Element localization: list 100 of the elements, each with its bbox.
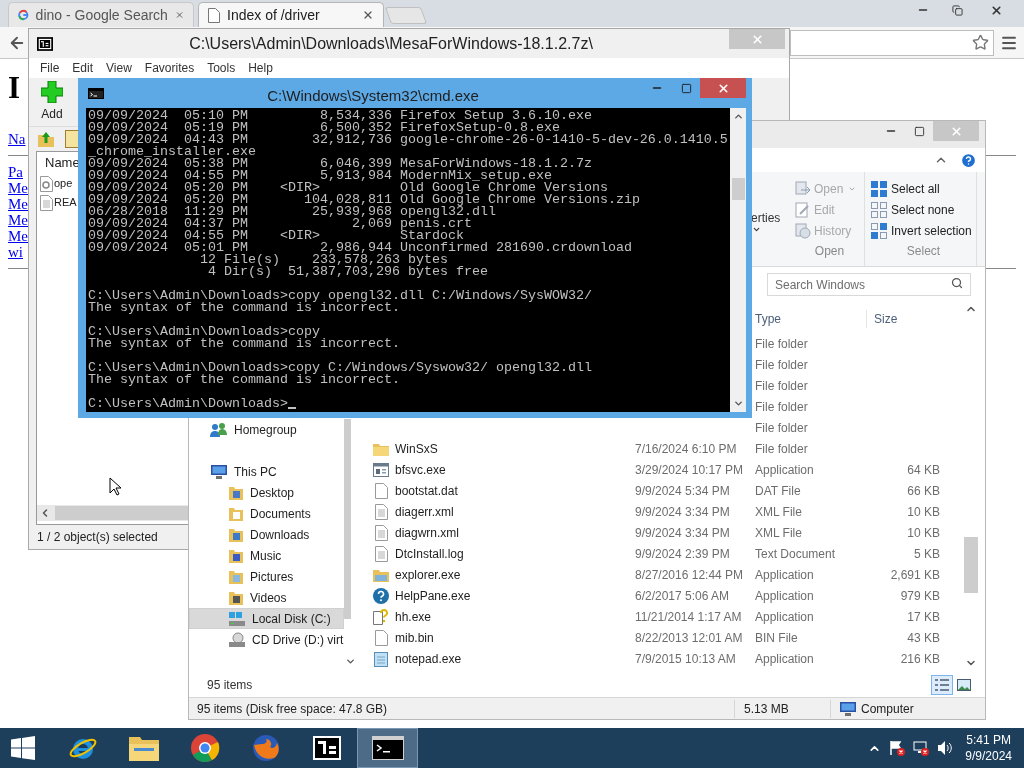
archive-entry[interactable]: ope bbox=[54, 175, 73, 192]
ribbon-command[interactable]: Select all bbox=[871, 178, 976, 200]
file-name[interactable]: explorer.exe bbox=[395, 567, 461, 582]
nav-item[interactable]: Desktop bbox=[189, 482, 345, 503]
file-date: 9/9/2024 3:34 PM bbox=[635, 525, 730, 540]
file-type: File folder bbox=[755, 378, 808, 393]
column-header[interactable]: Size bbox=[867, 310, 957, 328]
ribbon-label[interactable]: erties bbox=[751, 211, 791, 225]
help-icon[interactable] bbox=[960, 151, 977, 169]
file-name[interactable]: diagwrn.xml bbox=[395, 525, 460, 540]
dropdown-caret-icon[interactable] bbox=[752, 225, 761, 234]
column-header[interactable]: Name bbox=[45, 153, 80, 173]
scrollbar-thumb[interactable] bbox=[964, 537, 978, 593]
menu-item[interactable]: Help bbox=[248, 59, 273, 77]
page-link[interactable]: Me. bbox=[8, 180, 32, 196]
console-line: 09/09/2024 04:43 PM 32,912,736 google-chrome-26-0-1410-5-dev-26.0.1410.5 bbox=[88, 134, 728, 146]
nav-item[interactable]: Local Disk (C:) bbox=[189, 608, 345, 629]
console-line: 09/09/2024 05:20 PM 104,028,811 Old Google Chrome Versions.zip bbox=[88, 194, 640, 206]
scrollbar-thumb[interactable] bbox=[344, 419, 351, 619]
application-icon bbox=[373, 462, 389, 477]
file-date: 6/2/2017 5:06 AM bbox=[635, 588, 730, 603]
file-type: File folder bbox=[755, 420, 808, 435]
page-link[interactable]: Me. bbox=[8, 228, 32, 244]
close-tab-icon[interactable] bbox=[362, 9, 374, 21]
archive-app-icon bbox=[312, 736, 341, 760]
file-name[interactable]: notepad.exe bbox=[395, 651, 462, 666]
console-line: 09/09/2024 05:38 PM 6,046,399 MesaForWindows-18.1.2.7z bbox=[88, 158, 592, 170]
help-document-icon bbox=[373, 608, 389, 625]
file-type: XML File bbox=[755, 504, 802, 519]
add-button[interactable]: Add bbox=[41, 81, 63, 123]
details-view-button[interactable] bbox=[931, 675, 953, 695]
list-icon bbox=[935, 679, 949, 691]
page-link[interactable]: Me. bbox=[8, 212, 32, 228]
console-line: C:\Users\Admin\Downloads> bbox=[88, 398, 288, 410]
archive-app-icon bbox=[37, 36, 53, 51]
search-field[interactable]: Search Windows bbox=[767, 273, 971, 296]
file-type: File folder bbox=[755, 336, 808, 351]
thumbnail-view-icon[interactable] bbox=[957, 679, 971, 691]
file-name[interactable]: bfsvc.exe bbox=[395, 462, 446, 477]
file-name[interactable]: DtcInstall.log bbox=[395, 546, 464, 561]
scroll-up-icon[interactable] bbox=[732, 111, 744, 122]
disc-drive-icon bbox=[228, 631, 246, 648]
gear-file-icon bbox=[40, 175, 53, 192]
file-name[interactable]: hh.exe bbox=[395, 609, 432, 624]
file-size: 10 KB bbox=[907, 525, 940, 540]
menu-item[interactable]: File bbox=[40, 59, 60, 77]
nav-item[interactable]: Homegroup bbox=[189, 419, 345, 440]
taskbar-app[interactable] bbox=[357, 728, 418, 768]
page-link[interactable]: Pa bbox=[8, 164, 23, 180]
status-text: 1 / 2 object(s) selected bbox=[37, 529, 158, 546]
speaker-icon[interactable] bbox=[937, 740, 954, 756]
file-name[interactable]: diagerr.xml bbox=[395, 504, 454, 519]
network-icon[interactable] bbox=[913, 740, 930, 756]
google-g-icon bbox=[18, 8, 29, 22]
page-icon bbox=[208, 7, 220, 23]
help-icon bbox=[373, 587, 389, 604]
menu-item[interactable]: Edit bbox=[72, 59, 94, 77]
scroll-down-icon[interactable] bbox=[732, 398, 744, 409]
console-line: C:\Users\Admin\Downloads>copy opengl32.dll C:/Windows/SysWOW32/ bbox=[88, 290, 592, 302]
column-header[interactable]: Type bbox=[755, 310, 781, 328]
close-icon bbox=[949, 124, 963, 138]
file-type: BIN File bbox=[755, 630, 798, 645]
menu-item[interactable]: View bbox=[106, 59, 132, 77]
scrollbar-thumb[interactable] bbox=[55, 506, 189, 520]
nav-item[interactable]: Pictures bbox=[189, 566, 345, 587]
nav-item[interactable]: Documents bbox=[189, 503, 345, 524]
search-icon[interactable] bbox=[951, 276, 963, 289]
chrome-ball-icon bbox=[189, 733, 220, 763]
page-link[interactable]: wi bbox=[8, 244, 23, 260]
file-name[interactable]: bootstat.dat bbox=[395, 483, 458, 498]
page-link[interactable]: Na bbox=[8, 131, 26, 147]
nav-item[interactable]: This PC bbox=[189, 461, 345, 482]
file-name[interactable]: WinSxS bbox=[395, 441, 438, 456]
flag-warning-icon[interactable] bbox=[889, 740, 906, 756]
console-line: C:\Users\Admin\Downloads>copy bbox=[88, 326, 320, 338]
file-date: 8/22/2013 12:01 AM bbox=[635, 630, 743, 645]
up-folder-icon[interactable] bbox=[37, 130, 55, 148]
browser-tab[interactable]: dino - Google Search bbox=[8, 2, 194, 27]
nav-item[interactable]: CD Drive (D:) virt bbox=[189, 629, 345, 650]
scrollbar-thumb[interactable] bbox=[731, 178, 745, 200]
page-link[interactable]: Me. bbox=[8, 196, 32, 212]
ribbon-command[interactable]: Invert selection bbox=[871, 220, 976, 242]
terminal-icon bbox=[88, 88, 104, 99]
bookmark-star-icon[interactable] bbox=[972, 34, 989, 51]
ribbon-command[interactable]: Select none bbox=[871, 199, 976, 221]
file-type: Text Document bbox=[755, 546, 836, 561]
close-button[interactable] bbox=[700, 78, 746, 98]
file-name[interactable]: HelpPane.exe bbox=[395, 588, 471, 603]
nav-item[interactable]: Music bbox=[189, 545, 345, 566]
nav-item[interactable]: Videos bbox=[189, 587, 345, 608]
archive-entry[interactable]: REA bbox=[54, 194, 77, 211]
nav-item[interactable]: Downloads bbox=[189, 524, 345, 545]
scroll-down-icon[interactable] bbox=[345, 656, 357, 667]
menu-item[interactable]: Favorites bbox=[144, 59, 195, 77]
videos-folder-icon bbox=[228, 589, 244, 606]
clock[interactable]: 5:41 PM 9/9/2024 bbox=[965, 732, 1012, 764]
menu-item[interactable]: Tools bbox=[207, 59, 236, 77]
console-line: The syntax of the command is incorrect. bbox=[88, 374, 400, 386]
file-name[interactable]: mib.bin bbox=[395, 630, 434, 645]
browser-tab[interactable]: Index of /driver bbox=[198, 2, 384, 27]
